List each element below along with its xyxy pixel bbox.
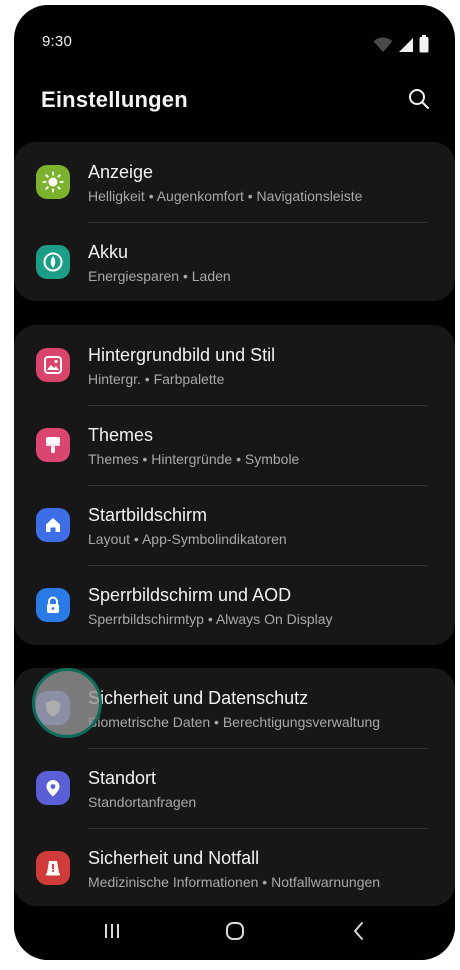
item-subtitle: Layout • App-Symbolindikatoren (88, 531, 287, 547)
settings-item-sicherheit-notfall[interactable]: Sicherheit und Notfall Medizinische Info… (14, 828, 455, 906)
back-button[interactable] (339, 916, 379, 950)
item-title: Akku (88, 242, 129, 262)
lock-icon (36, 588, 70, 622)
item-title: Themes (88, 425, 154, 445)
home-button-icon (224, 920, 246, 947)
emergency-icon (36, 851, 70, 885)
item-title: Standort (88, 768, 157, 788)
settings-item-standort[interactable]: Standort Standortanfragen (14, 748, 455, 828)
phone-screen: 9:30 Einstellungen Anzeige Helligkeit • … (14, 5, 455, 960)
item-title: Hintergrundbild und Stil (88, 345, 276, 365)
touch-indicator (32, 668, 102, 738)
settings-group-1: Anzeige Helligkeit • Augenkomfort • Navi… (14, 142, 455, 301)
sun-icon (36, 165, 70, 199)
item-subtitle: Themes • Hintergründe • Symbole (88, 451, 300, 467)
status-time: 9:30 (42, 33, 72, 50)
navigation-bar (14, 906, 455, 960)
search-icon (408, 88, 430, 115)
settings-group-2: Hintergrundbild und Stil Hintergr. • Far… (14, 325, 455, 645)
item-title: Sicherheit und Datenschutz (88, 688, 309, 708)
home-button[interactable] (215, 916, 255, 950)
home-icon (36, 508, 70, 542)
item-title: Sicherheit und Notfall (88, 848, 260, 868)
settings-item-anzeige[interactable]: Anzeige Helligkeit • Augenkomfort • Navi… (14, 142, 455, 222)
battery-charge-icon (36, 245, 70, 279)
brush-icon (36, 428, 70, 462)
image-icon (36, 348, 70, 382)
wifi-icon (373, 37, 393, 58)
item-title: Startbildschirm (88, 505, 208, 525)
status-icons (373, 35, 429, 58)
battery-icon (419, 35, 429, 58)
signal-icon (398, 37, 414, 58)
search-button[interactable] (405, 87, 433, 115)
item-subtitle: Biometrische Daten • Berechtigungsverwal… (88, 714, 381, 730)
settings-item-akku[interactable]: Akku Energiesparen • Laden (14, 222, 455, 301)
item-subtitle: Sperrbildschirmtyp • Always On Display (88, 611, 333, 627)
settings-item-hintergrundbild[interactable]: Hintergrundbild und Stil Hintergr. • Far… (14, 325, 455, 405)
location-pin-icon (36, 771, 70, 805)
recents-button[interactable] (92, 916, 132, 950)
settings-item-sperrbildschirm[interactable]: Sperrbildschirm und AOD Sperrbildschirmt… (14, 565, 455, 645)
settings-item-themes[interactable]: Themes Themes • Hintergründe • Symbole (14, 405, 455, 485)
recents-icon (102, 922, 122, 945)
item-subtitle: Helligkeit • Augenkomfort • Navigationsl… (88, 188, 363, 204)
header: Einstellungen (14, 77, 455, 137)
item-subtitle: Medizinische Informationen • Notfallwarn… (88, 874, 381, 890)
settings-item-startbildschirm[interactable]: Startbildschirm Layout • App-Symbolindik… (14, 485, 455, 565)
item-title: Anzeige (88, 162, 154, 182)
item-subtitle: Standortanfragen (88, 794, 197, 810)
item-title: Sperrbildschirm und AOD (88, 585, 292, 605)
back-icon (352, 920, 366, 947)
item-subtitle: Energiesparen • Laden (88, 268, 231, 284)
status-bar: 9:30 (14, 5, 455, 77)
item-subtitle: Hintergr. • Farbpalette (88, 371, 225, 387)
page-title: Einstellungen (41, 87, 188, 112)
